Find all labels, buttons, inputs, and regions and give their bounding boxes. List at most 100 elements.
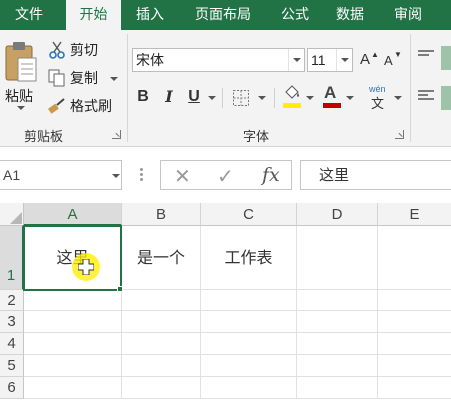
align-top-button[interactable] bbox=[417, 48, 435, 66]
cell-c1[interactable]: 工作表 bbox=[201, 226, 297, 290]
bold-button[interactable]: B bbox=[134, 86, 152, 108]
cell-a6[interactable] bbox=[24, 377, 122, 399]
name-box-dropdown[interactable] bbox=[112, 174, 120, 178]
tab-page-layout[interactable]: 页面布局 bbox=[184, 0, 262, 30]
cell-e2[interactable] bbox=[378, 290, 451, 311]
copy-button[interactable]: 复制 bbox=[46, 67, 122, 89]
cell-e3[interactable] bbox=[378, 311, 451, 333]
select-cursor-icon bbox=[78, 259, 94, 275]
copy-label: 复制 bbox=[70, 70, 98, 86]
cell-d5[interactable] bbox=[297, 355, 378, 377]
column-header-e[interactable]: E bbox=[378, 203, 451, 226]
fill-color-button[interactable] bbox=[282, 84, 318, 110]
cell-d4[interactable] bbox=[297, 333, 378, 355]
align-left-button[interactable] bbox=[417, 88, 435, 106]
italic-button[interactable]: I bbox=[160, 86, 178, 108]
divider bbox=[222, 88, 223, 108]
column-header-b[interactable]: B bbox=[122, 203, 201, 226]
enter-icon[interactable]: ✓ bbox=[217, 164, 234, 189]
cell-a2[interactable] bbox=[24, 290, 122, 311]
wrap-text-button[interactable] bbox=[441, 46, 451, 70]
cell-a5[interactable] bbox=[24, 355, 122, 377]
cell-d2[interactable] bbox=[297, 290, 378, 311]
cut-button[interactable]: 剪切 bbox=[46, 39, 108, 61]
font-group-label: 字体 bbox=[243, 129, 270, 144]
cell-b4[interactable] bbox=[122, 333, 201, 355]
cell-d3[interactable] bbox=[297, 311, 378, 333]
cut-label: 剪切 bbox=[70, 42, 98, 58]
column-header-a[interactable]: A bbox=[24, 203, 122, 226]
cell-a4[interactable] bbox=[24, 333, 122, 355]
cell-b6[interactable] bbox=[122, 377, 201, 399]
align-left-icon bbox=[418, 90, 434, 100]
scissors-icon bbox=[49, 41, 65, 59]
clipboard-dialog-launcher-icon[interactable] bbox=[112, 130, 121, 139]
tab-formulas[interactable]: 公式 bbox=[272, 0, 318, 30]
cell-b1[interactable]: 是一个 bbox=[122, 226, 201, 290]
row-header-4[interactable]: 4 bbox=[0, 333, 24, 355]
formula-bar-grip-icon[interactable] bbox=[140, 168, 144, 182]
cell-b5[interactable] bbox=[122, 355, 201, 377]
row-header-6[interactable]: 6 bbox=[0, 377, 24, 399]
row-header-5[interactable]: 5 bbox=[0, 355, 24, 377]
name-box[interactable]: A1 bbox=[0, 160, 122, 190]
tab-home[interactable]: 开始 bbox=[66, 0, 121, 30]
divider bbox=[274, 88, 275, 108]
increase-font-size-button[interactable]: A ▲ bbox=[358, 48, 379, 72]
font-size-value: 11 bbox=[311, 52, 326, 68]
tab-insert[interactable]: 插入 bbox=[126, 0, 174, 30]
cell-a3[interactable] bbox=[24, 311, 122, 333]
paste-icon bbox=[5, 42, 37, 82]
row-header-1[interactable]: 1 bbox=[0, 226, 24, 290]
copy-dropdown-arrow bbox=[110, 77, 118, 81]
font-name-dropdown[interactable] bbox=[288, 49, 304, 71]
phonetic-char: 文 bbox=[371, 96, 385, 111]
fill-bucket-icon bbox=[285, 85, 299, 99]
font-name-combo[interactable]: 宋体 bbox=[132, 48, 305, 72]
font-size-dropdown[interactable] bbox=[336, 49, 352, 71]
font-color-button[interactable]: A bbox=[322, 83, 358, 110]
cell-c4[interactable] bbox=[201, 333, 297, 355]
insert-function-icon[interactable]: fx bbox=[262, 164, 280, 186]
cell-e4[interactable] bbox=[378, 333, 451, 355]
cell-b2[interactable] bbox=[122, 290, 201, 311]
column-header-d[interactable]: D bbox=[297, 203, 378, 226]
up-caret-icon: ▲ bbox=[371, 50, 379, 59]
cancel-icon[interactable]: ✕ bbox=[174, 164, 191, 189]
cell-c5[interactable] bbox=[201, 355, 297, 377]
cell-c6[interactable] bbox=[201, 377, 297, 399]
font-size-combo[interactable]: 11 bbox=[307, 48, 353, 72]
row-header-3[interactable]: 3 bbox=[0, 311, 24, 333]
format-painter-button[interactable]: 格式刷 bbox=[46, 95, 122, 117]
paste-button[interactable]: 粘贴 bbox=[2, 36, 40, 110]
formula-bar-buttons: ✕ ✓ fx bbox=[160, 160, 292, 190]
phonetic-guide-button[interactable]: wén 文 bbox=[366, 84, 404, 112]
fill-handle[interactable] bbox=[117, 286, 123, 292]
worksheet-grid: A B C D E 1 2 3 4 5 6 这里 是一个 工作表 bbox=[0, 203, 451, 414]
tab-data[interactable]: 数据 bbox=[326, 0, 374, 30]
formula-input[interactable]: 这里 bbox=[300, 160, 451, 190]
cell-d1[interactable] bbox=[297, 226, 378, 290]
cell-c3[interactable] bbox=[201, 311, 297, 333]
select-all-icon bbox=[10, 212, 22, 224]
tab-file[interactable]: 文件 bbox=[0, 0, 58, 30]
cell-d6[interactable] bbox=[297, 377, 378, 399]
underline-dropdown-arrow[interactable] bbox=[208, 96, 216, 100]
cell-e5[interactable] bbox=[378, 355, 451, 377]
tab-review[interactable]: 审阅 bbox=[384, 0, 432, 30]
cell-c2[interactable] bbox=[201, 290, 297, 311]
merge-center-button[interactable] bbox=[441, 86, 451, 110]
decrease-font-size-button[interactable]: A ▼ bbox=[382, 48, 402, 72]
font-dialog-launcher-icon[interactable] bbox=[395, 130, 404, 139]
cell-e1[interactable] bbox=[378, 226, 451, 290]
underline-button[interactable]: U bbox=[185, 86, 203, 108]
row-header-2[interactable]: 2 bbox=[0, 290, 24, 311]
down-caret-icon: ▼ bbox=[394, 50, 402, 59]
increase-font-icon: A bbox=[360, 51, 371, 68]
column-header-c[interactable]: C bbox=[201, 203, 297, 226]
cell-e6[interactable] bbox=[378, 377, 451, 399]
ribbon-home: 粘贴 剪切 复制 格式刷 剪贴板 宋体 11 A ▲ A ▼ B I U A w… bbox=[0, 30, 451, 147]
borders-button[interactable] bbox=[232, 88, 268, 108]
cell-b3[interactable] bbox=[122, 311, 201, 333]
select-all-button[interactable] bbox=[0, 203, 24, 226]
